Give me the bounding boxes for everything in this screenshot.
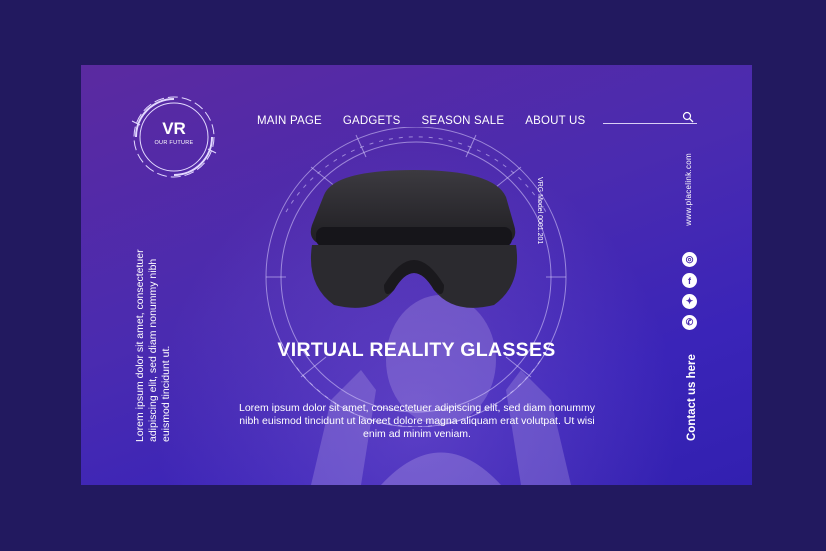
contact-link[interactable]: Contact us here [686, 354, 698, 441]
hero-title: VIRTUAL REALITY GLASSES [277, 339, 556, 361]
social-icons: ◎ f ✦ ✆ [682, 252, 697, 330]
website-link[interactable]: www.placelink.com [684, 153, 693, 226]
twitter-icon[interactable]: ✦ [682, 294, 697, 309]
search-input[interactable] [603, 123, 697, 124]
main-nav: MAIN PAGE GADGETS SEASON SALE ABOUT US [257, 115, 585, 127]
facebook-icon[interactable]: f [682, 273, 697, 288]
logo-title: VR [162, 119, 186, 138]
nav-about-us[interactable]: ABOUT US [525, 115, 585, 127]
landing-card: VR OUR FUTURE MAIN PAGE GADGETS SEASON S… [81, 65, 752, 485]
logo-subtitle: OUR FUTURE [154, 140, 194, 146]
nav-season-sale[interactable]: SEASON SALE [422, 115, 505, 127]
nav-gadgets[interactable]: GADGETS [343, 115, 401, 127]
search-icon[interactable] [682, 111, 694, 123]
nav-main-page[interactable]: MAIN PAGE [257, 115, 322, 127]
vr-goggles-image [310, 170, 518, 308]
side-description: Lorem ipsum dolor sit amet, consectetuer… [134, 249, 172, 442]
model-label: VRG Model 0001.201 [536, 177, 543, 245]
hero-description: Lorem ipsum dolor sit amet, consectetuer… [239, 402, 595, 440]
instagram-icon[interactable]: ◎ [682, 252, 697, 267]
whatsapp-icon[interactable]: ✆ [682, 315, 697, 330]
